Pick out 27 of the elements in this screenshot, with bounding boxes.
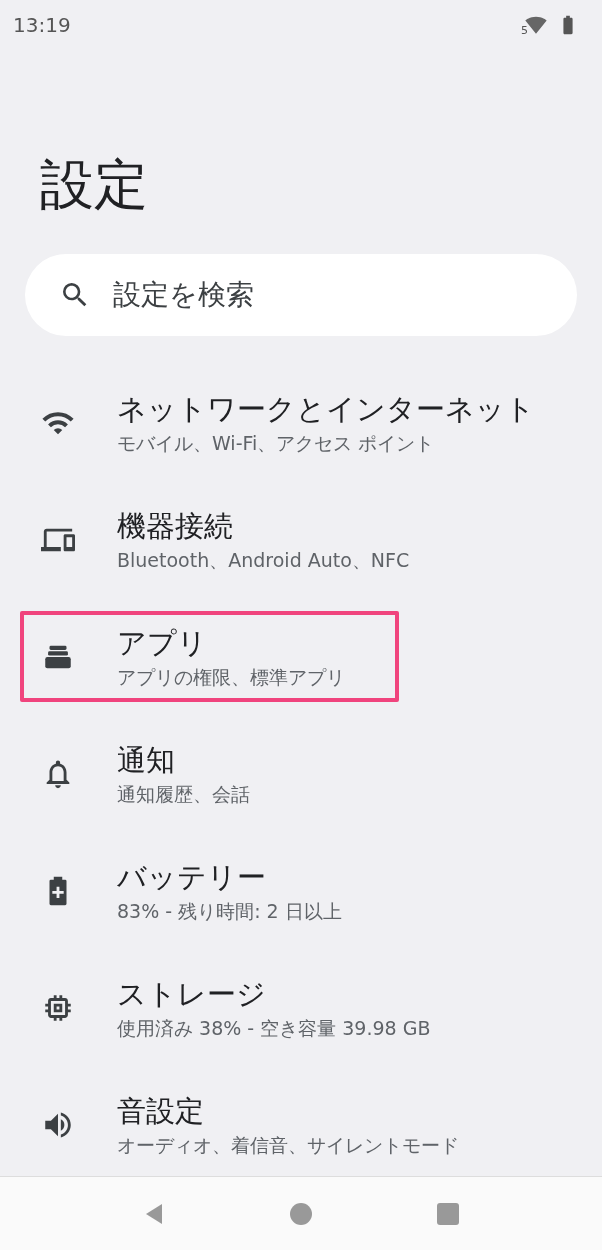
item-subtitle: アプリの権限、標準アプリ bbox=[117, 664, 345, 690]
search-field[interactable]: 設定を検索 bbox=[25, 254, 577, 336]
item-title: 音設定 bbox=[117, 1092, 205, 1130]
recents-icon[interactable] bbox=[436, 1201, 461, 1226]
settings-item[interactable]: アプリ アプリの権限、標準アプリ bbox=[20, 611, 399, 702]
search-input[interactable]: 設定を検索 bbox=[113, 274, 543, 316]
settings-item[interactable]: ネットワークとインターネット モバイル、Wi-Fi、アクセス ポイント bbox=[20, 377, 582, 468]
item-title: ストレージ bbox=[117, 975, 267, 1013]
item-subtitle: オーディオ、着信音、サイレントモード bbox=[117, 1132, 459, 1158]
item-subtitle: 使用済み 38% - 空き容量 39.98 GB bbox=[117, 1015, 431, 1041]
item-title: ネットワークとインターネット bbox=[117, 390, 535, 428]
item-subtitle: 通知履歴、会話 bbox=[117, 781, 250, 807]
settings-item[interactable]: 機器接続 Bluetooth、Android Auto、NFC bbox=[20, 494, 582, 585]
settings-item[interactable]: バッテリー 83% - 残り時間: 2 日以上 bbox=[20, 845, 582, 936]
item-title: 通知 bbox=[117, 741, 176, 779]
item-subtitle: 83% - 残り時間: 2 日以上 bbox=[117, 898, 342, 924]
item-title: バッテリー bbox=[117, 858, 267, 896]
item-subtitle: モバイル、Wi-Fi、アクセス ポイント bbox=[117, 430, 436, 456]
item-subtitle: Bluetooth、Android Auto、NFC bbox=[117, 547, 410, 573]
settings-item[interactable]: 音設定 オーディオ、着信音、サイレントモード bbox=[20, 1079, 582, 1170]
item-title: 機器接続 bbox=[117, 507, 234, 545]
status-time: 13:19 bbox=[13, 12, 71, 39]
settings-item[interactable]: ストレージ 使用済み 38% - 空き容量 39.98 GB bbox=[20, 962, 582, 1053]
settings-item[interactable]: 通知 通知履歴、会話 bbox=[20, 728, 582, 819]
item-title: アプリ bbox=[117, 624, 208, 662]
home-icon[interactable] bbox=[289, 1201, 313, 1226]
page-title: 設定 bbox=[40, 153, 149, 217]
